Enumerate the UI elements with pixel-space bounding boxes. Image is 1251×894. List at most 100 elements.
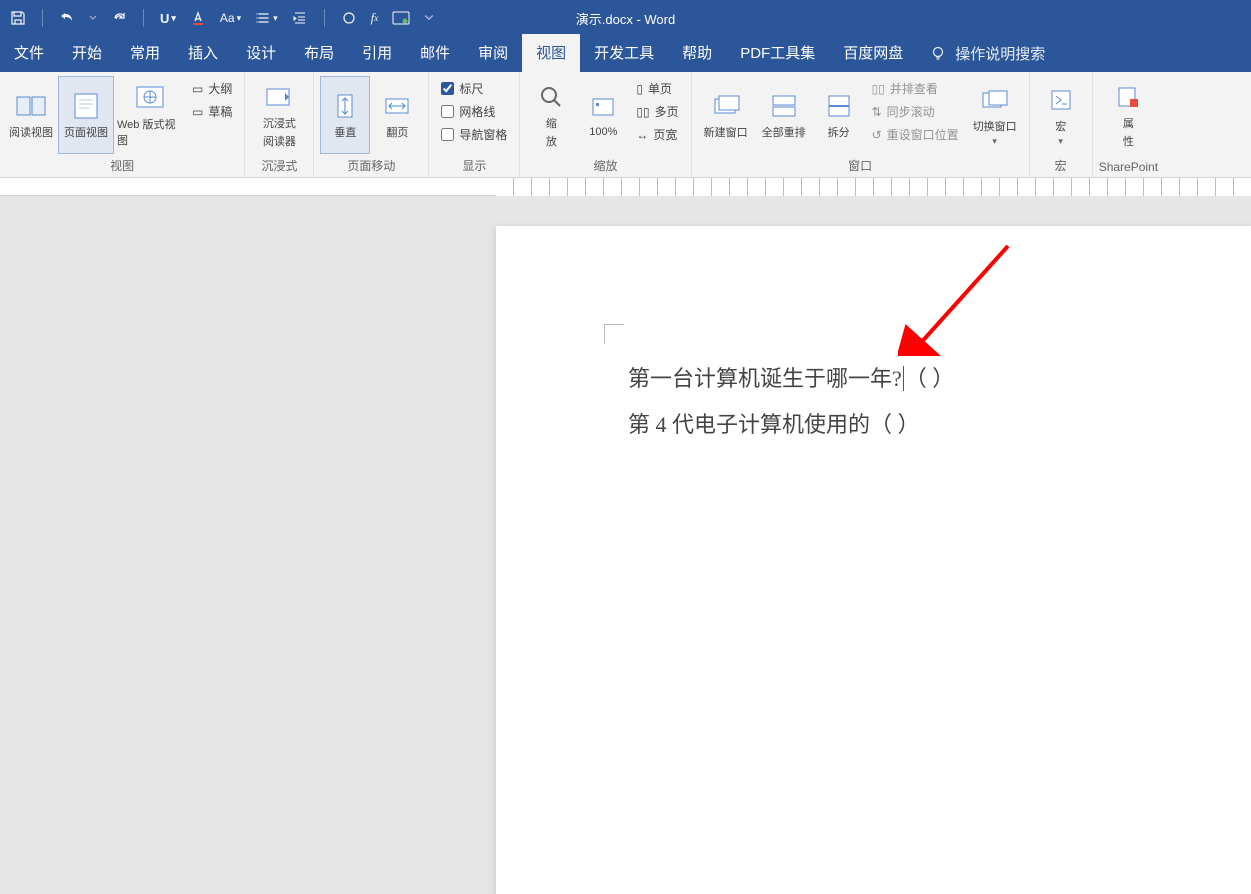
font-color-icon[interactable] [190,10,206,26]
properties-icon [1112,81,1144,113]
document-workspace: 第一台计算机诞生于哪一年?（ ） 第 4 代电子计算机使用的（ ） [0,196,1251,894]
group-show: 标尺 网格线 导航窗格 显示 [429,72,520,177]
tell-me-label: 操作说明搜索 [955,43,1045,64]
split-button[interactable]: 拆分 [814,76,864,154]
underline-icon[interactable]: U▾ [160,11,176,26]
view-side-by-side-button: ▯▯并排查看 [872,80,959,97]
arrange-all-icon [768,90,800,122]
reset-window-button: ↺重设窗口位置 [872,126,959,143]
page-width-button[interactable]: ↔页宽 [636,126,678,143]
document-page[interactable]: 第一台计算机诞生于哪一年?（ ） 第 4 代电子计算机使用的（ ） [496,226,1251,894]
save-icon[interactable] [10,10,26,26]
indent-icon[interactable] [292,10,308,26]
vertical-button[interactable]: 垂直 [320,76,370,154]
lightbulb-icon [929,45,947,63]
vertical-icon [329,90,361,122]
gridlines-checkbox[interactable]: 网格线 [441,103,507,120]
undo-icon[interactable] [59,10,75,26]
group-sharepoint-label: SharePoint [1099,158,1158,177]
outline-view-button[interactable]: ▭大纲 [192,80,232,97]
tab-insert[interactable]: 插入 [174,34,232,72]
ribbon-tabs: 文件 开始 常用 插入 设计 布局 引用 邮件 审阅 视图 开发工具 帮助 PD… [0,36,1251,72]
split-icon [823,90,855,122]
multi-page-icon: ▯▯ [636,105,649,119]
web-layout-button[interactable]: Web 版式视图 [116,76,184,154]
new-window-button[interactable]: 新建窗口 [698,76,754,154]
group-macros-label: 宏 [1055,155,1067,177]
group-window-label: 窗口 [848,155,872,177]
zoom-button[interactable]: 缩 放 [526,76,576,154]
group-views: 阅读视图 页面视图 Web 版式视图 ▭大纲 ▭草稿 视图 [0,72,245,177]
new-window-icon [710,90,742,122]
qat-dropdown-icon[interactable] [89,14,97,22]
read-mode-button[interactable]: 阅读视图 [6,76,56,154]
circle-icon[interactable] [341,10,357,26]
group-immersive: 沉浸式 阅读器 沉浸式 [245,72,314,177]
macros-icon [1045,84,1077,116]
tab-pdf[interactable]: PDF工具集 [726,34,829,72]
horizontal-ruler[interactable] [0,178,1251,196]
multi-page-button[interactable]: ▯▯多页 [636,103,678,120]
sync-scroll-button: ⇅同步滚动 [872,103,959,120]
redo-icon[interactable] [111,10,127,26]
group-views-label: 视图 [110,155,134,177]
macros-button[interactable]: 宏 ▾ [1036,76,1086,154]
ruler-checkbox[interactable]: 标尺 [441,80,507,97]
switch-windows-button[interactable]: 切换窗口 ▾ [967,76,1023,154]
tab-home[interactable]: 开始 [58,34,116,72]
title-bar: U▾ Aa▾ ▾ fx 演示.docx - Word [0,0,1251,36]
group-page-movement: 垂直 翻页 页面移动 [314,72,429,177]
print-layout-button[interactable]: 页面视图 [58,76,114,154]
group-zoom: 缩 放 100% ▯单页 ▯▯多页 ↔页宽 缩放 [520,72,691,177]
screenshot-icon[interactable] [392,11,410,25]
document-title: 演示.docx - Word [576,9,675,28]
draft-view-button[interactable]: ▭草稿 [192,103,232,120]
quick-access-toolbar: U▾ Aa▾ ▾ fx [0,9,444,27]
read-mode-icon [15,90,47,122]
group-immersive-label: 沉浸式 [261,155,297,177]
side-to-side-icon [381,90,413,122]
tab-developer[interactable]: 开发工具 [580,34,668,72]
group-page-movement-label: 页面移动 [347,155,395,177]
page-width-icon: ↔ [636,128,648,142]
tab-review[interactable]: 审阅 [464,34,522,72]
print-layout-icon [70,90,102,122]
zoom-100-icon [587,92,619,124]
arrange-all-button[interactable]: 全部重排 [756,76,812,154]
draft-icon: ▭ [192,105,203,119]
group-macros: 宏 ▾ 宏 [1030,72,1093,177]
formula-icon[interactable]: fx [371,10,379,26]
tab-baidu[interactable]: 百度网盘 [829,34,917,72]
group-show-label: 显示 [462,155,486,177]
page-corner-mark [604,324,624,344]
tab-view[interactable]: 视图 [522,34,580,72]
zoom-icon [535,81,567,113]
outline-icon: ▭ [192,82,203,96]
paragraph-2[interactable]: 第 4 代电子计算机使用的（ ） [628,402,1251,448]
one-page-icon: ▯ [636,82,643,96]
tab-design[interactable]: 设计 [232,34,290,72]
list-icon[interactable]: ▾ [255,10,278,26]
tab-mailings[interactable]: 邮件 [406,34,464,72]
font-size-icon[interactable]: Aa▾ [220,11,241,25]
group-sharepoint: 属 性 SharePoint [1093,72,1164,177]
side-to-side-button[interactable]: 翻页 [372,76,422,154]
qat-more-icon[interactable] [424,13,434,23]
group-window: 新建窗口 全部重排 拆分 ▯▯并排查看 ⇅同步滚动 ↺重设窗口位置 切换窗口 ▾… [692,72,1030,177]
nav-pane-checkbox[interactable]: 导航窗格 [441,126,507,143]
zoom-100-button[interactable]: 100% [578,76,628,154]
tab-layout[interactable]: 布局 [290,34,348,72]
properties-button[interactable]: 属 性 [1103,76,1153,154]
switch-windows-icon [979,84,1011,116]
tab-references[interactable]: 引用 [348,34,406,72]
one-page-button[interactable]: ▯单页 [636,80,678,97]
paragraph-1[interactable]: 第一台计算机诞生于哪一年?（ ） [628,356,1251,402]
tab-help[interactable]: 帮助 [668,34,726,72]
web-layout-icon [134,82,166,114]
immersive-reader-button[interactable]: 沉浸式 阅读器 [251,76,307,154]
tab-common[interactable]: 常用 [116,34,174,72]
tell-me-search[interactable]: 操作说明搜索 [917,43,1057,72]
tab-file[interactable]: 文件 [0,34,58,72]
text-cursor [903,366,904,391]
group-zoom-label: 缩放 [593,155,617,177]
